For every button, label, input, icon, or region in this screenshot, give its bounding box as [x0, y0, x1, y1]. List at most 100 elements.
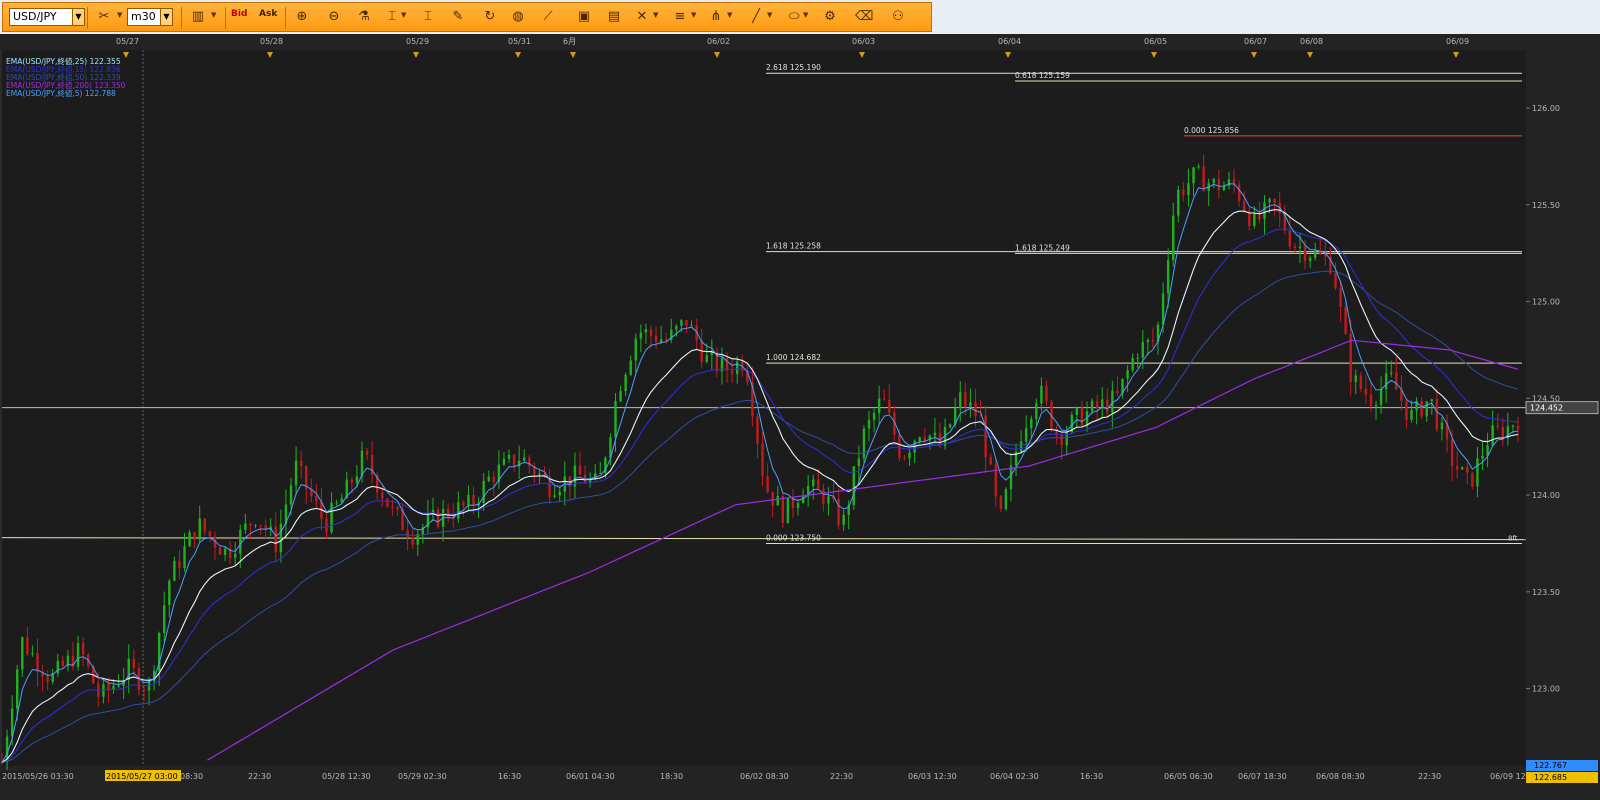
dropdown-arrow-icon[interactable]: ▼ [653, 11, 658, 19]
candle-body [1384, 373, 1388, 390]
dropdown-arrow-icon[interactable]: ▼ [401, 11, 406, 19]
candle-body [578, 465, 582, 475]
candle-body [193, 532, 196, 540]
trendline-icon[interactable]: ╱ [747, 8, 765, 26]
candle-body [188, 532, 191, 547]
eraser-icon[interactable]: ⌫ [855, 8, 873, 26]
bid-button[interactable]: Bid [231, 9, 247, 19]
candle-body [1334, 272, 1337, 289]
top-axis-bar [0, 34, 1600, 50]
candle-body [659, 339, 663, 343]
candle-body [178, 560, 181, 569]
comment-icon[interactable]: ✎ [449, 8, 467, 26]
fib-right-tag: 8ft [1508, 534, 1518, 542]
drawing-tools-icon[interactable]: ✕ [633, 8, 651, 26]
settings-icon[interactable]: ⚙ [821, 8, 839, 26]
candle-body [1374, 404, 1378, 407]
candle-body [1298, 246, 1302, 248]
template-icon[interactable]: ▤ [605, 8, 623, 26]
candle-body [619, 391, 622, 402]
candle-body [512, 454, 516, 467]
candle-body [1146, 339, 1150, 343]
candle-body [1471, 472, 1474, 487]
bottom-time-label: 22:30 [248, 772, 271, 781]
candle-body [786, 497, 790, 524]
candle-body [76, 643, 80, 667]
candle-body [796, 503, 800, 509]
bottom-time-label: 16:30 [498, 772, 521, 781]
candle-body [1313, 250, 1317, 258]
cursor-icon[interactable]: ⌶ [419, 8, 437, 26]
candle-body [654, 335, 658, 343]
chevron-down-icon[interactable]: ▼ [72, 9, 84, 25]
candle-body [1450, 439, 1454, 466]
candle-body [948, 424, 952, 427]
pitchfork-icon[interactable]: ⋔ [707, 8, 725, 26]
chevron-down-icon[interactable]: ▼ [160, 9, 172, 25]
top-date-label: 06/04 [998, 37, 1021, 46]
globe-icon[interactable]: ◍ [509, 8, 527, 26]
candle-body [1187, 183, 1190, 196]
candle-body [198, 518, 201, 540]
dropdown-arrow-icon[interactable]: ▼ [803, 11, 808, 19]
candle-body [1035, 403, 1038, 419]
candle-body [239, 529, 242, 554]
top-date-label: 06/09 [1446, 37, 1469, 46]
candle-body [487, 476, 490, 482]
candle-body [1440, 422, 1444, 430]
refresh-icon[interactable]: ↻ [481, 8, 499, 26]
ruler-icon[interactable]: ⟋ [539, 8, 557, 26]
top-date-label: 06/03 [852, 37, 875, 46]
candle-body [999, 496, 1003, 509]
price-chart[interactable]: 126.00125.50125.00124.50124.00123.50123.… [0, 34, 1600, 800]
y-tick-label: 125.50 [1532, 201, 1560, 210]
candle-body [1080, 407, 1084, 426]
candle-body [974, 402, 977, 416]
zoom-out-icon[interactable]: ⊖ [325, 8, 343, 26]
timeframe-select[interactable]: m30 ▼ [127, 8, 173, 26]
dropdown-arrow-icon[interactable]: ▼ [727, 11, 732, 19]
candle-body [812, 479, 815, 486]
chart-type-icon[interactable]: ▥ [189, 8, 207, 26]
dropdown-arrow-icon[interactable]: ▼ [767, 11, 772, 19]
candle-body [1212, 179, 1215, 184]
line-style-icon[interactable]: ≡ [671, 8, 689, 26]
candle-body [888, 399, 891, 413]
candle-body [218, 547, 222, 555]
top-date-label: 05/28 [260, 37, 283, 46]
candle-body [21, 637, 24, 670]
candle-body [1217, 179, 1221, 191]
bottom-time-label: 06/02 08:30 [740, 772, 789, 781]
candle-body [1303, 246, 1307, 261]
bottom-time-label: 05/29 02:30 [398, 772, 447, 781]
zoom-in-icon[interactable]: ⊕ [293, 8, 311, 26]
symbol-select[interactable]: USD/JPY ▼ [9, 8, 85, 26]
dropdown-arrow-icon[interactable]: ▼ [691, 11, 696, 19]
candle-body [299, 460, 303, 467]
candle-body [472, 495, 475, 506]
candle-body [350, 479, 354, 483]
layout-icon[interactable]: ⚇ [889, 8, 907, 26]
dropdown-arrow-icon[interactable]: ▼ [117, 11, 122, 19]
candle-body [234, 553, 237, 558]
candle-body [1435, 399, 1439, 430]
ask-button[interactable]: Ask [259, 9, 277, 19]
bottom-time-label: 16:30 [1080, 772, 1103, 781]
shape-icon[interactable]: ⬭ [785, 8, 803, 26]
candle-body [735, 361, 739, 374]
image-icon[interactable]: ▣ [575, 8, 593, 26]
candle-body [644, 329, 648, 333]
scale-icon[interactable]: ⌶ [383, 8, 401, 26]
symbol-settings-icon[interactable]: ✂ [95, 8, 113, 26]
candle-body [259, 525, 262, 527]
candle-body [254, 525, 257, 527]
candle-body [680, 320, 683, 326]
candle-body [1202, 166, 1205, 192]
candle-body [1511, 425, 1515, 427]
candle-body [1227, 179, 1231, 186]
candle-body [766, 476, 769, 492]
indicator-icon[interactable]: ⚗ [355, 8, 373, 26]
bottom-time-label: 06/07 18:30 [1238, 772, 1287, 781]
ask-price-label: 122.685 [1534, 773, 1567, 782]
dropdown-arrow-icon[interactable]: ▼ [211, 11, 216, 19]
